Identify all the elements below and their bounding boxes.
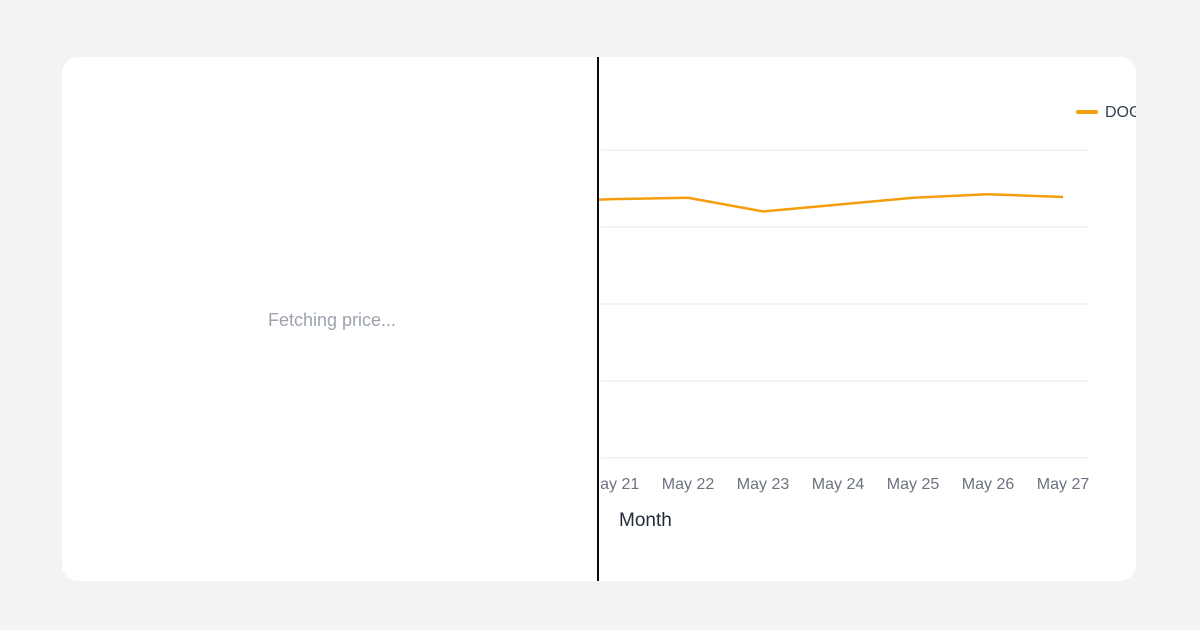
price-chart: May 21 May 22 May 23 May 24 May 25 May 26 May … (599, 104, 1136, 493)
x-tick-label: May 27 (1037, 476, 1090, 493)
chart-panel: May 21 May 22 May 23 May 24 May 25 May 26 May … (599, 57, 1136, 581)
legend[interactable]: DOGE (1076, 104, 1136, 121)
series-lines (599, 192, 1064, 213)
price-panel: Fetching price... (62, 57, 597, 581)
x-tick-label: May 21 (599, 476, 639, 493)
legend-label-doge: DOGE (1105, 104, 1136, 121)
x-tick-label: May 24 (812, 476, 865, 493)
series-line-doge (599, 192, 1064, 213)
loading-status: Fetching price... (267, 310, 397, 330)
x-tick-label: May 25 (887, 476, 940, 493)
price-card: Fetching price... May 21May 22May 23May … (62, 57, 1136, 581)
x-tick-labels: May 21 May 22 May 23 May 24 May 25 May 26 May … (599, 476, 1089, 493)
x-tick-label: May 26 (962, 476, 1015, 493)
x-axis-title: Month (619, 510, 672, 531)
x-tick-label: May 23 (737, 476, 790, 493)
x-tick-label: May 22 (662, 476, 715, 493)
